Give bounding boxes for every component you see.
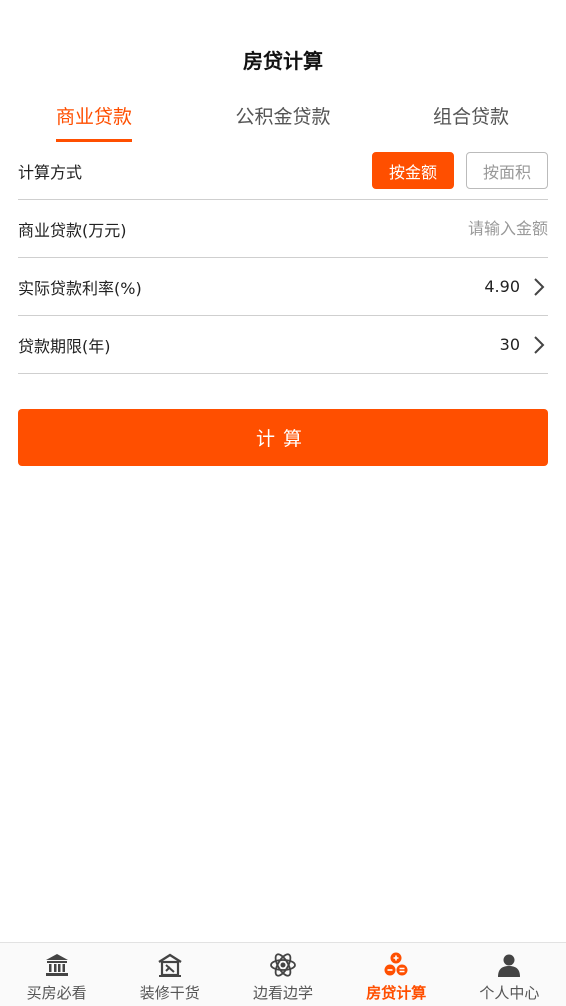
chevron-right-icon xyxy=(530,276,548,298)
tab-commercial-loan[interactable]: 商业贷款 xyxy=(56,100,132,142)
term-value-wrap: 30 xyxy=(500,316,548,373)
page-title: 房贷计算 xyxy=(243,49,323,73)
rate-row[interactable]: 实际贷款利率(%) 4.90 xyxy=(18,258,548,316)
rate-value-wrap: 4.90 xyxy=(484,258,548,315)
rate-value: 4.90 xyxy=(484,277,520,296)
user-icon xyxy=(495,951,523,979)
amount-input-wrap xyxy=(348,200,548,257)
tab-combined-loan[interactable]: 组合贷款 xyxy=(433,100,509,142)
calculator-icon xyxy=(382,951,410,979)
nav-item-watch-learn[interactable]: 边看边学 xyxy=(226,943,339,1006)
amount-row: 商业贷款(万元) xyxy=(18,200,548,258)
nav-item-buying-guide[interactable]: 买房必看 xyxy=(0,943,113,1006)
mortgage-calculator-page: 房贷计算 商业贷款 公积金贷款 组合贷款 计算方式 按金额 按面积 商业贷款(万… xyxy=(0,0,566,1006)
bottom-nav: 买房必看 装修干货 边看边学 房贷计算 个人中心 xyxy=(0,942,566,1006)
by-amount-button[interactable]: 按金额 xyxy=(371,152,454,189)
loan-form: 计算方式 按金额 按面积 商业贷款(万元) 实际贷款利率(%) 4.90 贷款期… xyxy=(18,142,548,374)
by-area-button[interactable]: 按面积 xyxy=(465,152,548,189)
calculate-button[interactable]: 计算 xyxy=(18,409,548,466)
nav-item-mortgage-calc[interactable]: 房贷计算 xyxy=(340,943,453,1006)
nav-label: 个人中心 xyxy=(479,984,540,1002)
bank-icon xyxy=(43,951,71,979)
tab-provident-fund-loan[interactable]: 公积金贷款 xyxy=(235,100,331,142)
amount-label: 商业贷款(万元) xyxy=(18,220,127,240)
house-tools-icon xyxy=(156,951,184,979)
rate-label: 实际贷款利率(%) xyxy=(18,278,142,298)
term-row[interactable]: 贷款期限(年) 30 xyxy=(18,316,548,374)
loan-type-tabs: 商业贷款 公积金贷款 组合贷款 xyxy=(0,100,566,144)
chevron-right-icon xyxy=(530,334,548,356)
method-options: 按金额 按面积 xyxy=(360,142,548,199)
atom-icon xyxy=(269,951,297,979)
method-label: 计算方式 xyxy=(18,162,83,182)
nav-label: 边看边学 xyxy=(253,984,314,1002)
method-row: 计算方式 按金额 按面积 xyxy=(18,142,548,200)
nav-item-decoration-tips[interactable]: 装修干货 xyxy=(113,943,226,1006)
amount-input[interactable] xyxy=(348,219,548,238)
term-label: 贷款期限(年) xyxy=(18,336,111,356)
nav-label: 房贷计算 xyxy=(366,984,427,1002)
nav-label: 装修干货 xyxy=(139,984,200,1002)
nav-item-profile[interactable]: 个人中心 xyxy=(453,943,566,1006)
term-value: 30 xyxy=(499,335,520,354)
nav-label: 买房必看 xyxy=(26,984,87,1002)
